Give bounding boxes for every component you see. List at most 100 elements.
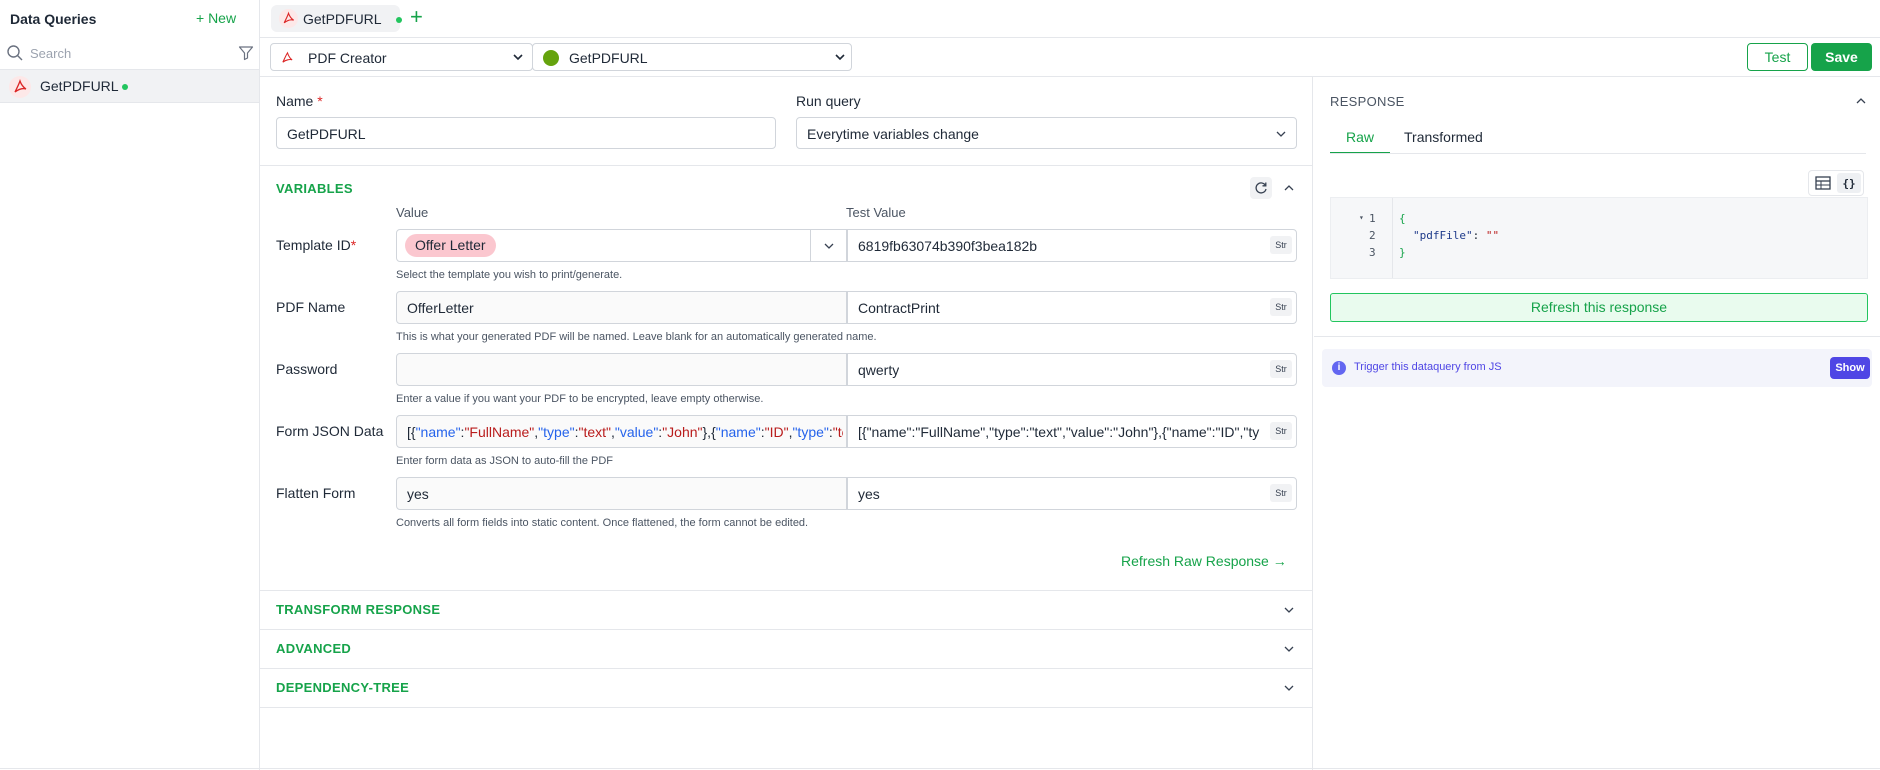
- query-select[interactable]: GetPDFURL: [532, 43, 852, 71]
- new-query-button[interactable]: + New: [196, 10, 236, 26]
- query-editor: Name * GetPDFURL Run query Everytime var…: [260, 77, 1313, 770]
- json-token: "name": [415, 424, 461, 440]
- form-json-label: Form JSON Data: [276, 423, 384, 439]
- svg-text:{}: {}: [1842, 177, 1855, 190]
- query-type-icon: [543, 50, 559, 66]
- template-id-select[interactable]: Offer Letter: [396, 229, 847, 262]
- refresh-variables-button[interactable]: [1250, 177, 1272, 199]
- divider: [260, 707, 1313, 708]
- chevron-down-icon: [513, 54, 523, 61]
- fold-arrow-icon[interactable]: ▾: [1359, 213, 1364, 222]
- dependency-tree-section-title[interactable]: DEPENDENCY-TREE: [276, 680, 409, 695]
- status-dot: [396, 17, 402, 23]
- trigger-text: Trigger this dataquery from JS: [1354, 361, 1502, 373]
- query-value: GetPDFURL: [569, 50, 648, 66]
- string-type-badge: Str: [1270, 422, 1292, 440]
- json-token: "type": [538, 424, 575, 440]
- run-query-label: Run query: [796, 93, 861, 109]
- search-input[interactable]: [30, 43, 230, 63]
- line-number: 2: [1369, 229, 1376, 242]
- info-icon: i: [1332, 361, 1346, 375]
- string-type-badge: Str: [1270, 236, 1292, 254]
- pdf-name-test-input[interactable]: ContractPrint Str: [847, 291, 1297, 324]
- divider: [1330, 153, 1866, 154]
- sidebar-search-bar: [0, 36, 259, 70]
- add-tab-button[interactable]: +: [410, 4, 423, 30]
- chevron-down-icon[interactable]: [1282, 642, 1296, 656]
- save-button[interactable]: Save: [1811, 43, 1872, 71]
- refresh-response-button[interactable]: Refresh this response: [1330, 293, 1868, 322]
- tab-label: GetPDFURL: [303, 11, 382, 27]
- value-column-header: Value: [396, 205, 429, 220]
- code-brace: }: [1399, 246, 1406, 259]
- pdf-icon: [279, 9, 298, 28]
- chevron-up-icon[interactable]: [1854, 94, 1868, 108]
- query-tab-strip: GetPDFURL +: [260, 0, 1880, 37]
- transform-response-section-title[interactable]: TRANSFORM RESPONSE: [276, 602, 440, 617]
- sidebar-title: Data Queries: [10, 11, 97, 27]
- tab-getpdfurl[interactable]: GetPDFURL: [271, 5, 402, 32]
- chevron-down-icon[interactable]: [1282, 603, 1296, 617]
- data-queries-sidebar: Data Queries + New GetPDFURL: [0, 0, 260, 770]
- form-json-input[interactable]: [{"name":"FullName","type":"text","value…: [396, 415, 847, 448]
- json-token: "value": [614, 424, 659, 440]
- line-number: 1: [1369, 212, 1376, 225]
- template-id-label: Template ID*: [276, 237, 357, 253]
- query-toolbar: PDF Creator GetPDFURL Test Save: [260, 37, 1880, 77]
- form-json-hint: Enter form data as JSON to auto-fill the…: [396, 455, 614, 467]
- raw-response-viewer[interactable]: ▾ 1 2 3 { "pdfFile": "" }: [1330, 197, 1868, 279]
- tab-raw[interactable]: Raw: [1330, 129, 1390, 154]
- search-icon: [7, 45, 23, 61]
- json-view-icon[interactable]: {}: [1837, 173, 1861, 193]
- pdf-name-label: PDF Name: [276, 299, 346, 315]
- test-button[interactable]: Test: [1747, 43, 1808, 71]
- string-type-badge: Str: [1270, 360, 1292, 378]
- json-token: },{: [702, 424, 716, 440]
- datasource-value: PDF Creator: [308, 50, 387, 66]
- flatten-form-input[interactable]: yes: [396, 477, 847, 510]
- password-label: Password: [276, 361, 338, 377]
- pdf-icon: [9, 76, 31, 98]
- json-token: "name": [715, 424, 761, 440]
- tab-transformed[interactable]: Transformed: [1404, 129, 1483, 145]
- refresh-raw-response-button[interactable]: Refresh Raw Response →: [1121, 553, 1287, 569]
- response-title: RESPONSE: [1330, 94, 1405, 109]
- divider: [260, 590, 1313, 591]
- run-query-select[interactable]: Everytime variables change: [796, 117, 1297, 149]
- bottom-border: [0, 768, 1880, 769]
- table-view-icon[interactable]: [1811, 173, 1835, 193]
- divider: [260, 668, 1313, 669]
- template-tag: Offer Letter: [405, 234, 496, 257]
- json-token: "FullName": [464, 424, 535, 440]
- chevron-up-icon[interactable]: [1282, 181, 1296, 195]
- chevron-down-icon: [1276, 131, 1286, 137]
- pdf-name-input[interactable]: OfferLetter: [396, 291, 847, 324]
- form-json-test-input[interactable]: [{"name":"FullName","type":"text","value…: [847, 415, 1297, 448]
- line-number: 3: [1369, 246, 1376, 259]
- password-test-input[interactable]: qwerty Str: [847, 353, 1297, 386]
- template-id-hint: Select the template you wish to print/ge…: [396, 269, 623, 281]
- name-input[interactable]: GetPDFURL: [276, 117, 776, 149]
- json-token: "type": [792, 424, 829, 440]
- form-json-value: [{"name":"FullName","type":"text","value…: [407, 424, 843, 440]
- show-button[interactable]: Show: [1830, 357, 1870, 379]
- sidebar-item-getpdfurl[interactable]: GetPDFURL: [0, 70, 259, 103]
- json-token: "John": [662, 424, 703, 440]
- line-gutter: ▾ 1 2 3: [1331, 198, 1393, 278]
- flatten-form-hint: Converts all form fields into static con…: [396, 517, 809, 529]
- chevron-down-icon[interactable]: [1282, 681, 1296, 695]
- flatten-form-test-input[interactable]: yes Str: [847, 477, 1297, 510]
- filter-icon[interactable]: [238, 45, 254, 61]
- password-input[interactable]: [396, 353, 847, 386]
- test-value-column-header: Test Value: [846, 205, 906, 220]
- advanced-section-title[interactable]: ADVANCED: [276, 641, 351, 656]
- refresh-icon: [1255, 182, 1267, 194]
- divider: [810, 230, 811, 261]
- trigger-dataquery-banner: i Trigger this dataquery from JS Show: [1322, 349, 1872, 387]
- datasource-select[interactable]: PDF Creator: [270, 43, 533, 71]
- json-token: "tex: [832, 424, 843, 440]
- template-id-test-input[interactable]: 6819fb63074b390f3bea182b Str: [847, 229, 1297, 262]
- json-token: "text": [578, 424, 611, 440]
- code-brace: {: [1399, 212, 1406, 225]
- status-dot: [122, 84, 128, 90]
